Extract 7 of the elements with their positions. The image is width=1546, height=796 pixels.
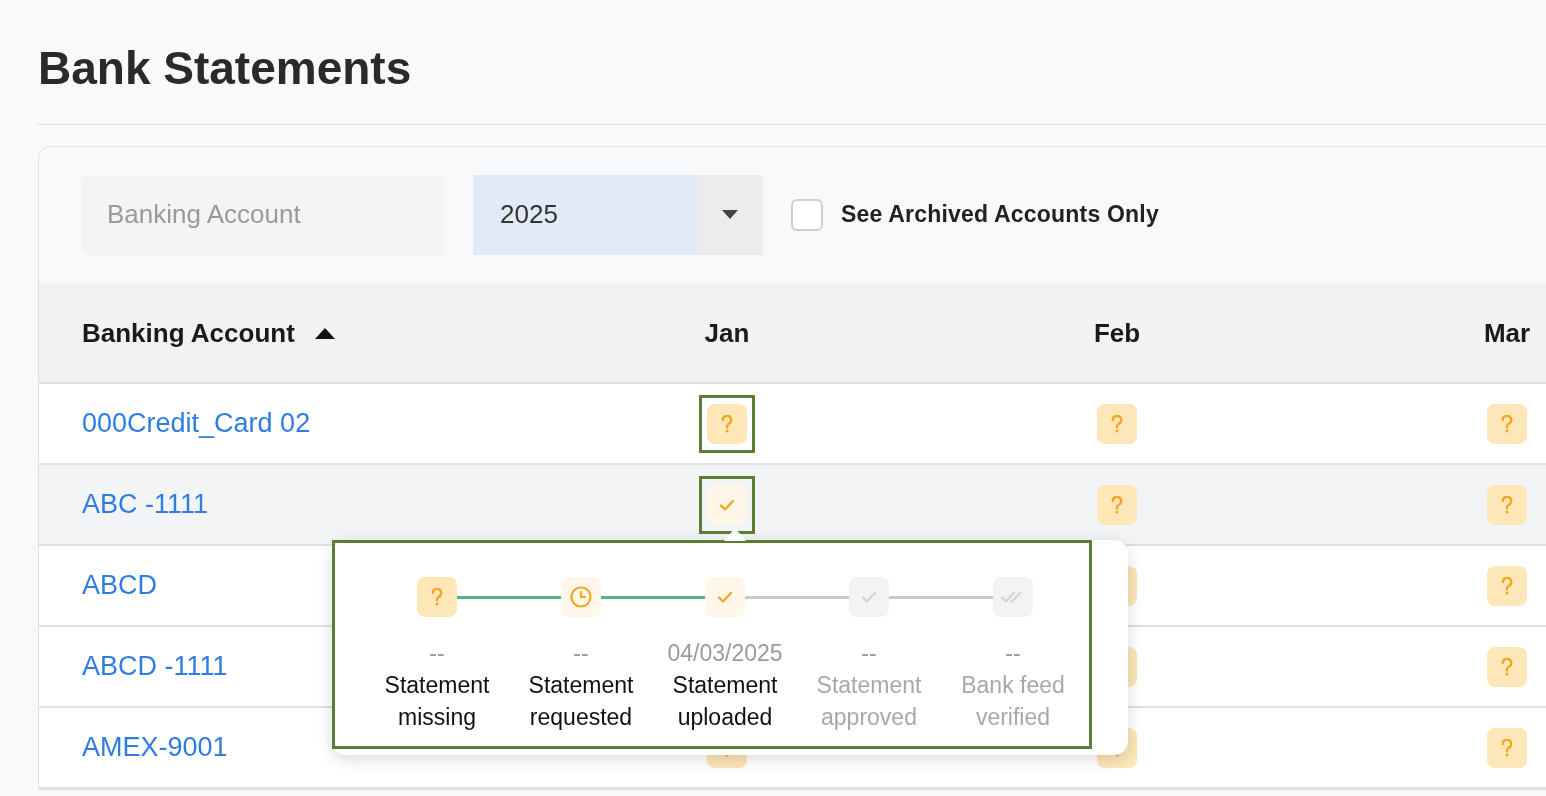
page-title: Bank Statements [38, 41, 412, 96]
step-date: -- [861, 639, 877, 668]
step-date: -- [429, 639, 445, 668]
step-date: 04/03/2025 [667, 639, 783, 668]
step-date: -- [573, 639, 589, 668]
step-date: -- [1005, 639, 1021, 668]
checkbox-label: See Archived Accounts Only [841, 200, 1159, 230]
